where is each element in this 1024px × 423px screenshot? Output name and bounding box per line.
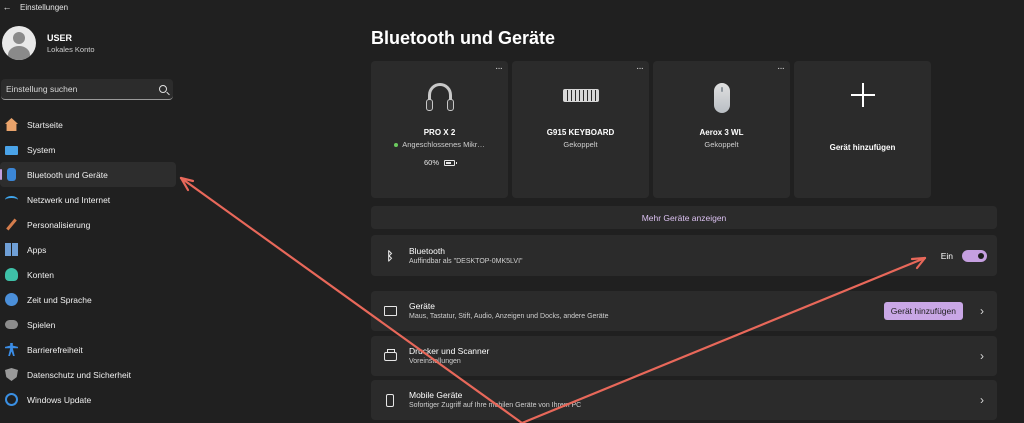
sidebar-item-label: Zeit und Sprache bbox=[27, 294, 92, 305]
device-name: PRO X 2 bbox=[423, 128, 456, 137]
mouse-icon bbox=[713, 83, 730, 113]
sidebar-item-gaming[interactable]: Spielen bbox=[0, 312, 176, 337]
mobile-title: Mobile Geräte bbox=[409, 390, 463, 400]
search-box[interactable] bbox=[1, 79, 173, 100]
more-options-icon[interactable]: ··· bbox=[636, 63, 644, 74]
sidebar-item-label: Barrierefreiheit bbox=[27, 344, 83, 355]
sidebar-item-windows-update[interactable]: Windows Update bbox=[0, 387, 176, 412]
show-more-devices-button[interactable]: Mehr Geräte anzeigen bbox=[371, 206, 997, 229]
device-status: Angeschlossenes Mikr… bbox=[402, 140, 485, 149]
shield-icon bbox=[5, 368, 18, 381]
page-title: Bluetooth und Geräte bbox=[371, 28, 555, 48]
sidebar-item-label: System bbox=[27, 144, 56, 155]
add-device-button[interactable]: Gerät hinzufügen bbox=[883, 302, 963, 320]
bluetooth-row: ᛒ Bluetooth Auffindbar als "DESKTOP-0MK5… bbox=[371, 235, 997, 276]
back-arrow-icon[interactable]: ← bbox=[0, 2, 14, 12]
printer-icon bbox=[383, 348, 397, 361]
headset-icon bbox=[425, 83, 454, 113]
more-options-icon[interactable]: ··· bbox=[777, 63, 785, 74]
avatar bbox=[2, 26, 36, 60]
gamepad-icon bbox=[5, 320, 18, 329]
sidebar-item-label: Konten bbox=[27, 269, 54, 280]
printers-subtitle: Voreinstellungen bbox=[409, 358, 461, 365]
device-card-headset[interactable]: ··· PRO X 2 Angeschlossenes Mikr… 60% bbox=[371, 61, 508, 198]
plus-icon bbox=[850, 83, 875, 107]
connected-dot-icon bbox=[394, 143, 399, 148]
globe-icon bbox=[5, 293, 18, 306]
battery-level: 60% bbox=[423, 158, 439, 167]
apps-icon bbox=[5, 243, 18, 256]
sidebar-item-accessibility[interactable]: Barrierefreiheit bbox=[0, 337, 176, 362]
bluetooth-toggle[interactable] bbox=[962, 249, 987, 262]
device-status: Gekoppelt bbox=[704, 140, 739, 149]
battery-icon bbox=[444, 159, 457, 166]
sidebar-item-accounts[interactable]: Konten bbox=[0, 262, 176, 287]
sidebar-item-personalization[interactable]: Personalisierung bbox=[0, 212, 176, 237]
chevron-right-icon[interactable]: › bbox=[967, 304, 997, 318]
search-input[interactable] bbox=[6, 84, 146, 94]
chevron-right-icon[interactable]: › bbox=[967, 349, 997, 363]
devices-subtitle: Maus, Tastatur, Stift, Audio, Anzeigen u… bbox=[409, 313, 609, 320]
bluetooth-icon: ᛒ bbox=[386, 248, 394, 263]
more-options-icon[interactable]: ··· bbox=[495, 63, 503, 74]
bluetooth-icon bbox=[7, 168, 16, 181]
device-card-keyboard[interactable]: ··· G915 KEYBOARD Gekoppelt bbox=[512, 61, 649, 198]
add-device-card[interactable]: Gerät hinzufügen bbox=[794, 61, 931, 198]
devices-title: Geräte bbox=[409, 301, 435, 311]
update-icon bbox=[5, 393, 18, 406]
sidebar-item-label: Apps bbox=[27, 244, 47, 255]
sidebar-item-label: Startseite bbox=[27, 119, 63, 130]
sidebar-nav: Startseite System Bluetooth und Geräte N… bbox=[0, 112, 176, 412]
sidebar-item-time-language[interactable]: Zeit und Sprache bbox=[0, 287, 176, 312]
sidebar-item-network[interactable]: Netzwerk und Internet bbox=[0, 187, 176, 212]
mobile-subtitle: Sofortiger Zugriff auf Ihre mobilen Gerä… bbox=[409, 402, 582, 409]
sidebar-item-startseite[interactable]: Startseite bbox=[0, 112, 176, 137]
sidebar-item-label: Datenschutz und Sicherheit bbox=[27, 369, 131, 380]
accessibility-icon bbox=[5, 343, 18, 356]
device-status: Gekoppelt bbox=[563, 140, 598, 149]
sidebar-item-apps[interactable]: Apps bbox=[0, 237, 176, 262]
app-title: Einstellungen bbox=[20, 2, 69, 12]
bluetooth-subtitle: Auffindbar als "DESKTOP-0MK5LVI" bbox=[409, 257, 523, 265]
title-bar: ← Einstellungen bbox=[0, 0, 1024, 14]
phone-icon bbox=[386, 393, 394, 407]
user-profile[interactable]: USER Lokales Konto bbox=[2, 26, 95, 60]
bluetooth-toggle-label: Ein bbox=[940, 250, 953, 261]
main-content: Bluetooth und Geräte ··· PRO X 2 Angesch… bbox=[371, 14, 997, 423]
sidebar-item-label: Windows Update bbox=[27, 394, 92, 405]
wifi-icon bbox=[5, 195, 18, 204]
mobile-devices-row[interactable]: Mobile Geräte Sofortiger Zugriff auf Ihr… bbox=[371, 380, 997, 420]
devices-icon bbox=[383, 306, 397, 316]
account-icon bbox=[5, 268, 18, 281]
sidebar-item-system[interactable]: System bbox=[0, 137, 176, 162]
sidebar-item-label: Spielen bbox=[27, 319, 56, 330]
chevron-right-icon[interactable]: › bbox=[967, 393, 997, 407]
sidebar: USER Lokales Konto Startseite System Blu… bbox=[0, 14, 180, 423]
search-icon[interactable] bbox=[159, 85, 167, 93]
devices-row[interactable]: Geräte Maus, Tastatur, Stift, Audio, Anz… bbox=[371, 291, 997, 331]
device-name: G915 KEYBOARD bbox=[546, 128, 615, 137]
sidebar-item-label: Netzwerk und Internet bbox=[27, 194, 111, 205]
printers-title: Drucker und Scanner bbox=[409, 346, 490, 356]
home-icon bbox=[5, 118, 18, 131]
arrow-head bbox=[179, 176, 195, 183]
device-card-mouse[interactable]: ··· Aerox 3 WL Gekoppelt bbox=[653, 61, 790, 198]
sidebar-item-privacy[interactable]: Datenschutz und Sicherheit bbox=[0, 362, 176, 387]
system-icon bbox=[5, 145, 18, 155]
profile-account-type: Lokales Konto bbox=[47, 44, 95, 54]
add-device-label: Gerät hinzufügen bbox=[829, 143, 896, 152]
arrow-head bbox=[179, 176, 190, 192]
brush-icon bbox=[6, 218, 17, 231]
bluetooth-title: Bluetooth bbox=[409, 245, 445, 256]
printers-row[interactable]: Drucker und Scanner Voreinstellungen › bbox=[371, 336, 997, 376]
sidebar-item-bluetooth[interactable]: Bluetooth und Geräte bbox=[0, 162, 176, 187]
keyboard-icon bbox=[562, 89, 599, 102]
sidebar-item-label: Bluetooth und Geräte bbox=[27, 169, 108, 180]
profile-name: USER bbox=[47, 32, 73, 43]
sidebar-item-label: Personalisierung bbox=[27, 219, 91, 230]
device-name: Aerox 3 WL bbox=[699, 128, 744, 137]
